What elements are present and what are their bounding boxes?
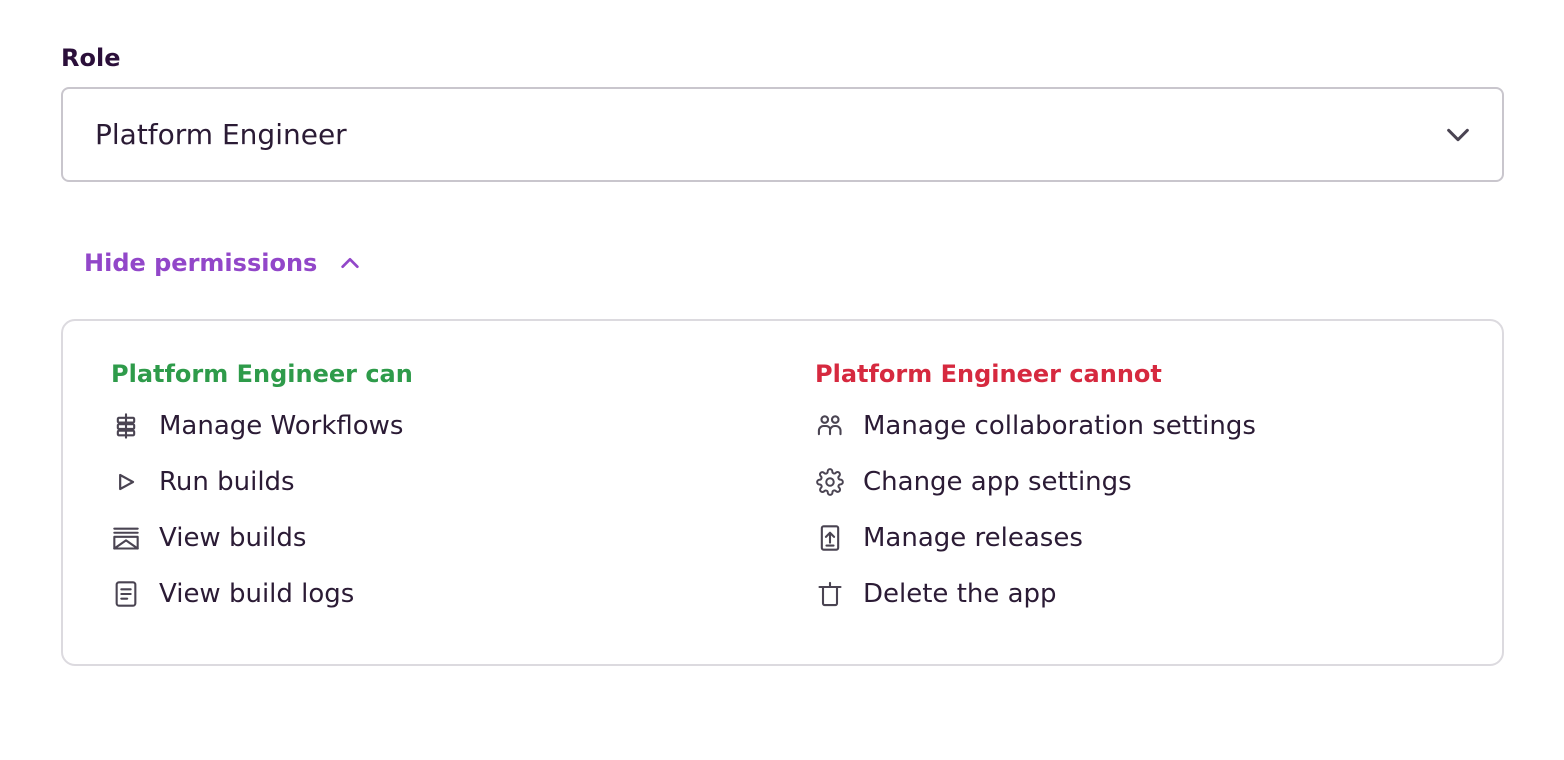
- trash-icon: [815, 579, 845, 609]
- permission-label: View builds: [159, 523, 307, 553]
- workflow-icon: [111, 411, 141, 441]
- permission-item-manage-workflows: Manage Workflows: [111, 398, 413, 454]
- permission-label: Run builds: [159, 467, 295, 497]
- hide-permissions-toggle[interactable]: Hide permissions: [84, 244, 361, 282]
- permission-label: View build logs: [159, 579, 355, 609]
- permission-item-run-builds: Run builds: [111, 454, 413, 510]
- role-label: Role: [61, 44, 121, 72]
- permission-item-manage-collaboration-settings: Manage collaboration settings: [815, 398, 1256, 454]
- role-select-value: Platform Engineer: [95, 118, 347, 151]
- cannot-permissions-list: Manage collaboration settings Change app…: [815, 398, 1256, 622]
- can-permissions-heading: Platform Engineer can: [111, 360, 413, 388]
- permission-item-manage-releases: Manage releases: [815, 510, 1256, 566]
- release-upload-icon: [815, 523, 845, 553]
- hide-permissions-label: Hide permissions: [84, 249, 318, 277]
- permission-label: Manage releases: [863, 523, 1083, 553]
- permission-label: Change app settings: [863, 467, 1132, 497]
- chevron-down-icon: [1447, 128, 1469, 142]
- chevron-up-icon: [341, 257, 360, 269]
- permissions-panel: Platform Engineer can Manage Workflows R…: [61, 319, 1504, 666]
- permission-label: Delete the app: [863, 579, 1057, 609]
- permission-item-change-app-settings: Change app settings: [815, 454, 1256, 510]
- role-select[interactable]: Platform Engineer: [61, 87, 1504, 182]
- permission-label: Manage Workflows: [159, 411, 404, 441]
- log-document-icon: [111, 579, 141, 609]
- can-permissions-list: Manage Workflows Run builds View builds …: [111, 398, 413, 622]
- permission-item-delete-the-app: Delete the app: [815, 566, 1256, 622]
- cannot-permissions-column: Platform Engineer cannot Manage collabor…: [815, 357, 1256, 622]
- permission-item-view-build-logs: View build logs: [111, 566, 413, 622]
- cannot-permissions-heading: Platform Engineer cannot: [815, 360, 1162, 388]
- permission-label: Manage collaboration settings: [863, 411, 1256, 441]
- play-icon: [111, 467, 141, 497]
- permission-item-view-builds: View builds: [111, 510, 413, 566]
- gear-icon: [815, 467, 845, 497]
- builds-icon: [111, 523, 141, 553]
- can-permissions-column: Platform Engineer can Manage Workflows R…: [111, 357, 413, 622]
- collaborators-icon: [815, 411, 845, 441]
